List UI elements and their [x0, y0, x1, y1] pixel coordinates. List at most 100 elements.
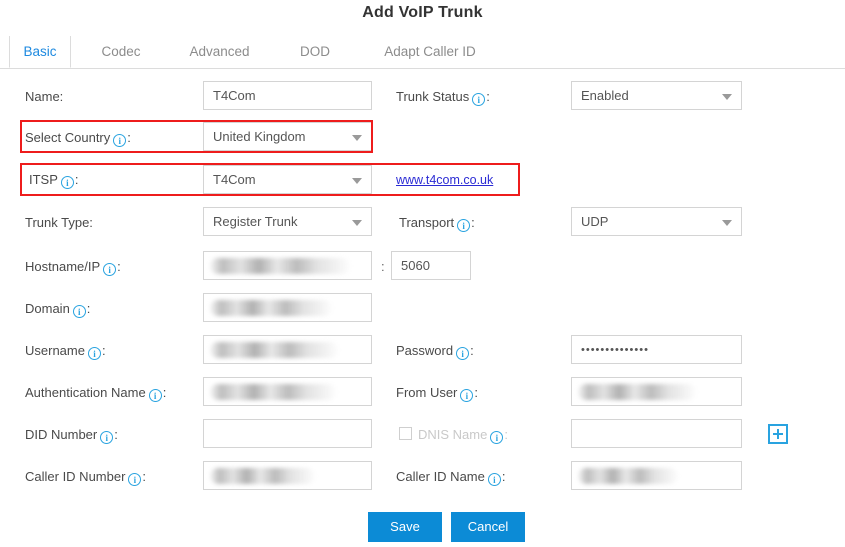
port-separator: :: [381, 259, 385, 274]
did-number-input[interactable]: [203, 419, 372, 448]
itsp-label-text: ITSP: [29, 172, 58, 187]
redacted-value: [210, 468, 315, 484]
domain-input[interactable]: [203, 293, 372, 322]
info-icon[interactable]: i: [472, 93, 486, 106]
trunk-status-select[interactable]: Enabled: [571, 81, 742, 110]
redacted-value: [578, 384, 696, 400]
select-country-value: United Kingdom: [213, 129, 306, 144]
from-user-label: From User i:: [396, 385, 478, 402]
info-icon[interactable]: i: [490, 431, 504, 444]
trunk-status-value: Enabled: [581, 88, 629, 103]
dnis-name-label: DNIS Name i:: [418, 427, 508, 444]
redacted-value: [210, 342, 338, 358]
label-colon: :: [74, 172, 79, 187]
password-label: Password i:: [396, 343, 474, 360]
select-country-label: Select Country i:: [25, 130, 131, 147]
info-icon[interactable]: i: [60, 176, 74, 189]
redacted-value: [210, 258, 350, 274]
tab-codec[interactable]: Codec: [85, 36, 157, 68]
page-title: Add VoIP Trunk: [362, 4, 483, 21]
from-user-input[interactable]: [571, 377, 742, 406]
hostname-ip-label: Hostname/IP i:: [25, 259, 121, 276]
tab-basic[interactable]: Basic: [9, 36, 71, 68]
label-colon: :: [471, 215, 475, 230]
info-icon[interactable]: i: [456, 347, 470, 360]
trunk-type-value: Register Trunk: [213, 214, 298, 229]
caller-id-name-label-text: Caller ID Name: [396, 469, 485, 484]
itsp-select[interactable]: T4Com: [203, 165, 372, 194]
select-country-label-text: Select Country: [25, 130, 111, 145]
itsp-website-link[interactable]: www.t4com.co.uk: [396, 173, 493, 187]
chevron-down-icon: [722, 220, 732, 226]
port-input[interactable]: 5060: [391, 251, 471, 280]
tab-dod[interactable]: DOD: [285, 36, 345, 68]
label-colon: :: [162, 385, 167, 400]
info-icon[interactable]: i: [113, 134, 127, 147]
trunk-status-label: Trunk Status i:: [396, 89, 490, 106]
info-icon[interactable]: i: [457, 219, 471, 232]
info-icon[interactable]: i: [460, 389, 474, 402]
authentication-name-input[interactable]: [203, 377, 372, 406]
label-colon: :: [504, 427, 508, 442]
label-colon: :: [486, 89, 490, 104]
domain-label-text: Domain: [25, 301, 70, 316]
tab-bar: Basic Codec Advanced DOD Adapt Caller ID: [0, 36, 845, 69]
from-user-label-text: From User: [396, 385, 458, 400]
authentication-name-label-text: Authentication Name: [25, 385, 146, 400]
itsp-label: ITSP i:: [29, 172, 79, 189]
hostname-ip-input[interactable]: [203, 251, 372, 280]
chevron-down-icon: [352, 135, 362, 141]
transport-value: UDP: [581, 214, 609, 229]
label-colon: :: [114, 427, 118, 442]
transport-label-text: Transport: [399, 215, 455, 230]
tab-adapt-caller-id[interactable]: Adapt Caller ID: [360, 36, 500, 68]
dnis-name-checkbox[interactable]: [399, 427, 412, 440]
cancel-button[interactable]: Cancel: [451, 512, 525, 542]
username-input[interactable]: [203, 335, 372, 364]
redacted-value: [210, 384, 336, 400]
name-input[interactable]: T4Com: [203, 81, 372, 110]
password-input[interactable]: ••••••••••••••: [571, 335, 742, 364]
caller-id-name-input[interactable]: [571, 461, 742, 490]
username-label-text: Username: [25, 343, 85, 358]
transport-label: Transport i:: [399, 215, 475, 232]
label-colon: :: [127, 130, 131, 145]
authentication-name-label: Authentication Name i:: [25, 385, 166, 402]
info-icon[interactable]: i: [103, 263, 117, 276]
username-label: Username i:: [25, 343, 106, 360]
label-colon: :: [470, 343, 474, 358]
info-icon[interactable]: i: [87, 347, 101, 360]
caller-id-number-label-text: Caller ID Number: [25, 469, 126, 484]
redacted-value: [210, 300, 332, 316]
itsp-value: T4Com: [213, 172, 256, 187]
label-colon: :: [501, 469, 506, 484]
caller-id-name-label: Caller ID Name i:: [396, 469, 505, 486]
info-icon[interactable]: i: [487, 473, 501, 486]
dnis-name-input[interactable]: [571, 419, 742, 448]
did-number-label: DID Number i:: [25, 427, 118, 444]
trunk-type-select[interactable]: Register Trunk: [203, 207, 372, 236]
chevron-down-icon: [352, 178, 362, 184]
add-dnis-button[interactable]: [768, 424, 788, 444]
save-button[interactable]: Save: [368, 512, 442, 542]
select-country-select[interactable]: United Kingdom: [203, 122, 372, 151]
label-colon: :: [474, 385, 479, 400]
caller-id-number-input[interactable]: [203, 461, 372, 490]
chevron-down-icon: [722, 94, 732, 100]
redacted-value: [578, 468, 678, 484]
info-icon[interactable]: i: [100, 431, 114, 444]
transport-select[interactable]: UDP: [571, 207, 742, 236]
chevron-down-icon: [352, 220, 362, 226]
domain-label: Domain i:: [25, 301, 90, 318]
label-colon: :: [117, 259, 121, 274]
label-colon: :: [142, 469, 147, 484]
trunk-type-label: Trunk Type:: [25, 215, 93, 230]
tab-advanced[interactable]: Advanced: [167, 36, 272, 68]
info-icon[interactable]: i: [128, 473, 142, 486]
info-icon[interactable]: i: [148, 389, 162, 402]
trunk-status-label-text: Trunk Status: [396, 89, 470, 104]
label-colon: :: [101, 343, 106, 358]
caller-id-number-label: Caller ID Number i:: [25, 469, 146, 486]
label-colon: :: [86, 301, 91, 316]
info-icon[interactable]: i: [72, 305, 86, 318]
